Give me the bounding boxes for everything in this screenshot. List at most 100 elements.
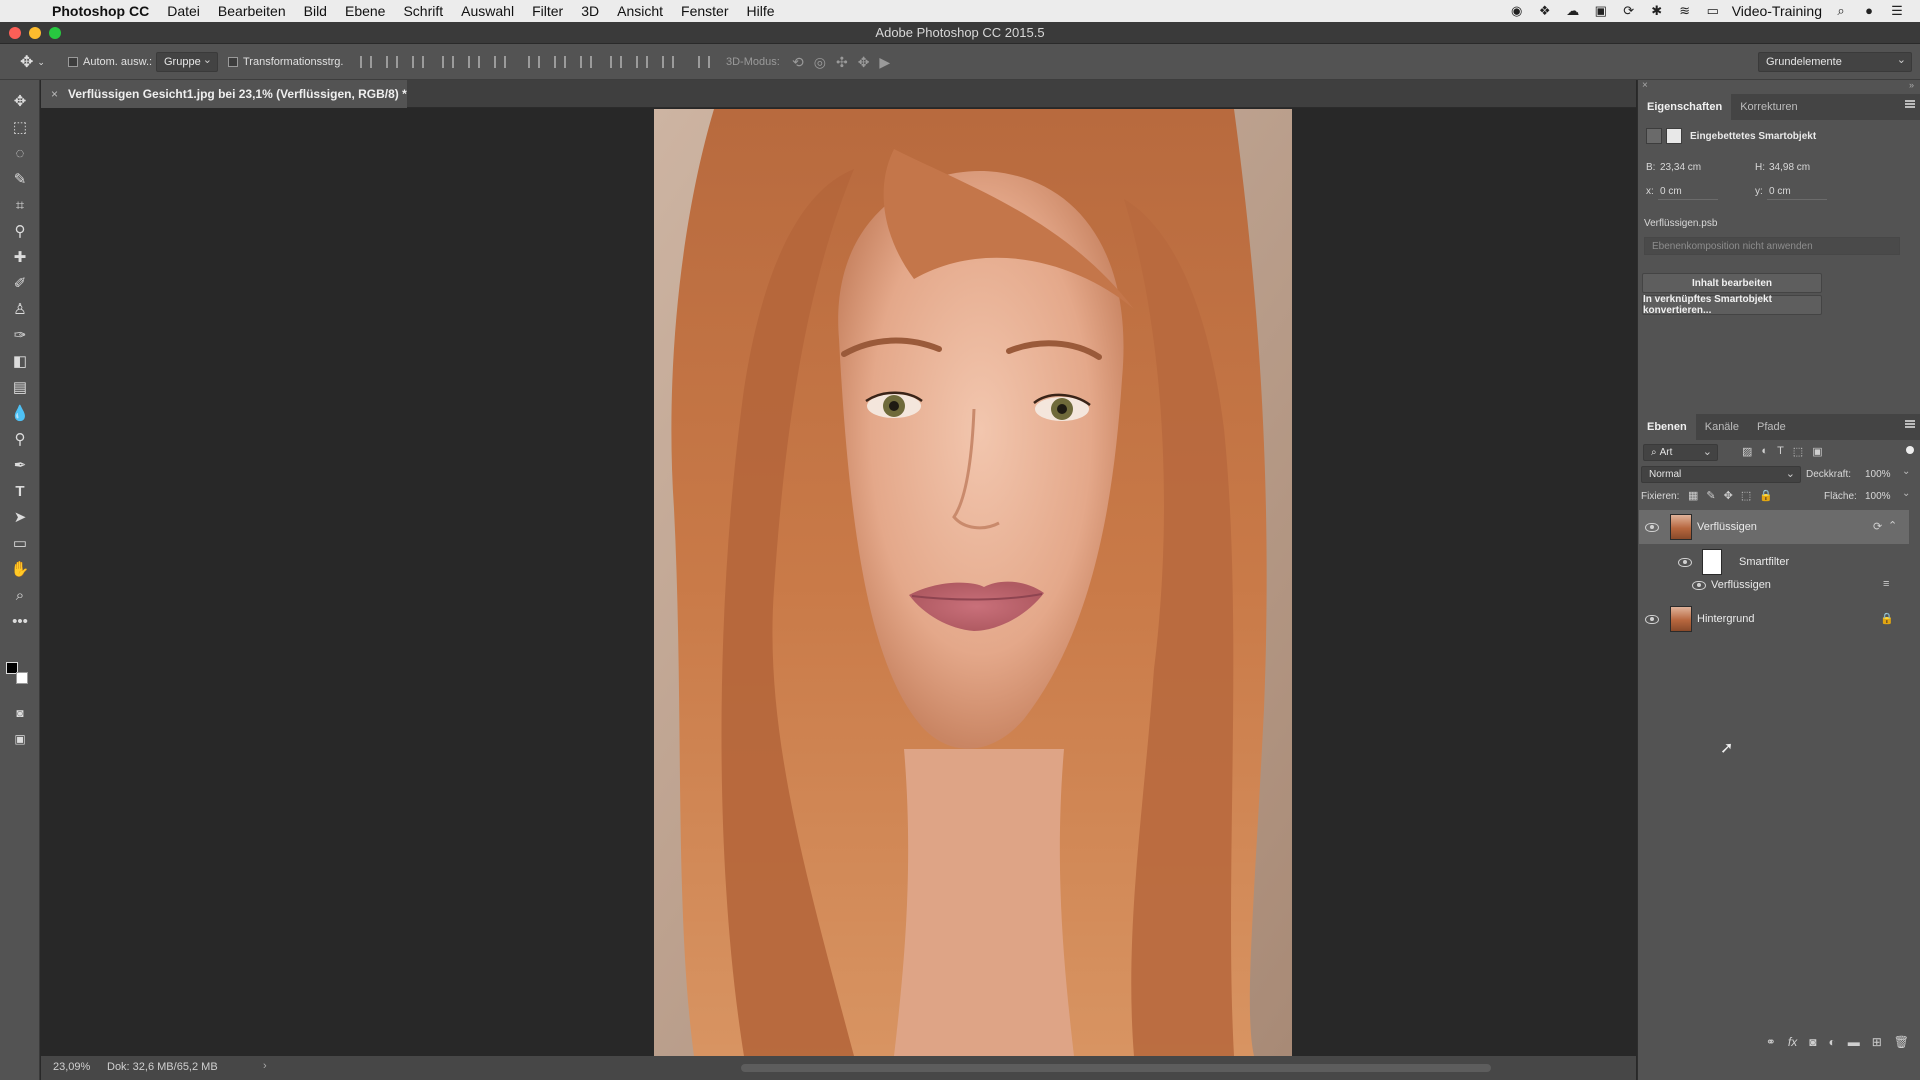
record-icon[interactable]: ◉: [1508, 4, 1526, 18]
convert-to-linked-button[interactable]: In verknüpftes Smartobjekt konvertieren.…: [1642, 294, 1822, 316]
hand-tool-icon[interactable]: ✋: [8, 558, 32, 580]
close-document-icon[interactable]: ×: [51, 87, 58, 101]
marquee-tool-icon[interactable]: ⬚: [8, 116, 32, 138]
blend-mode-dropdown[interactable]: Normal: [1641, 466, 1801, 483]
quick-selection-tool-icon[interactable]: ✎: [8, 168, 32, 190]
align-hcenter-icon[interactable]: [468, 56, 480, 68]
user-name[interactable]: Video-Training: [1732, 3, 1822, 19]
layer-row-smartfilter[interactable]: Smartfilter: [1639, 547, 1909, 577]
tab-korrekturen[interactable]: Korrekturen: [1731, 94, 1806, 120]
menu-datei[interactable]: Datei: [158, 3, 209, 19]
link-layers-icon[interactable]: ⚭: [1766, 1035, 1776, 1049]
distribute-right-icon[interactable]: [662, 56, 674, 68]
distribute-top-icon[interactable]: [528, 56, 540, 68]
filter-shape-layer-icon[interactable]: ⬚: [1793, 445, 1803, 458]
fill-value[interactable]: 100%: [1865, 491, 1891, 502]
orbit-3d-icon[interactable]: ⟲: [792, 54, 804, 71]
properties-panel-menu-icon[interactable]: [1905, 100, 1915, 108]
menu-ansicht[interactable]: Ansicht: [608, 3, 672, 19]
eyedropper-tool-icon[interactable]: ⚲: [8, 220, 32, 242]
dropbox-icon[interactable]: ❖: [1536, 4, 1554, 18]
add-mask-icon[interactable]: ◙: [1809, 1035, 1816, 1049]
align-bottom-icon[interactable]: [412, 56, 424, 68]
notification-icon[interactable]: ▣: [1592, 4, 1610, 18]
roll-3d-icon[interactable]: ◎: [814, 54, 826, 71]
menu-auswahl[interactable]: Auswahl: [452, 3, 523, 19]
bluetooth-icon[interactable]: ✱: [1648, 4, 1666, 18]
filter-smart-object-icon[interactable]: ▣: [1812, 445, 1822, 458]
height-value[interactable]: 34,98 cm: [1769, 162, 1810, 173]
menu-app-name[interactable]: Photoshop CC: [44, 3, 158, 19]
workspace-dropdown[interactable]: Grundelemente: [1758, 52, 1912, 72]
smart-filter-name[interactable]: Smartfilter: [1739, 556, 1789, 568]
more-tools-icon[interactable]: •••: [8, 610, 32, 632]
menu-hilfe[interactable]: Hilfe: [738, 3, 784, 19]
lasso-tool-icon[interactable]: ◌: [8, 142, 32, 164]
tab-ebenen[interactable]: Ebenen: [1638, 414, 1696, 440]
layers-panel-menu-icon[interactable]: [1905, 420, 1915, 428]
layer-style-fx-icon[interactable]: fx: [1788, 1035, 1797, 1049]
layer-row-hintergrund[interactable]: Hintergrund 🔒: [1639, 604, 1909, 634]
menu-ebene[interactable]: Ebene: [336, 3, 394, 19]
layer-name[interactable]: Verflüssigen: [1697, 521, 1757, 533]
lock-pixels-icon[interactable]: ✎: [1706, 489, 1715, 502]
fill-chevron-icon[interactable]: ⌄: [1902, 488, 1910, 499]
new-adjustment-layer-icon[interactable]: ◐: [1828, 1035, 1835, 1049]
menu-fenster[interactable]: Fenster: [672, 3, 737, 19]
y-value[interactable]: 0 cm: [1769, 186, 1791, 197]
tab-kanaele[interactable]: Kanäle: [1696, 414, 1748, 440]
menu-schrift[interactable]: Schrift: [394, 3, 452, 19]
document-tab[interactable]: × Verflüssigen Gesicht1.jpg bei 23,1% (V…: [41, 80, 407, 108]
eraser-tool-icon[interactable]: ◧: [8, 350, 32, 372]
notification-center-icon[interactable]: ☰: [1888, 4, 1906, 18]
brush-tool-icon[interactable]: ✐: [8, 272, 32, 294]
siri-icon[interactable]: ●: [1860, 4, 1878, 18]
filter-toggle-icon[interactable]: [1906, 446, 1914, 454]
close-panel-icon[interactable]: ×: [1642, 80, 1648, 91]
wifi-icon[interactable]: ≋: [1676, 4, 1694, 18]
camera-3d-icon[interactable]: ▶: [879, 54, 890, 71]
portrait-photo[interactable]: [654, 109, 1292, 1056]
spotlight-search-icon[interactable]: ⌕: [1832, 4, 1850, 18]
distribute-hcenter-icon[interactable]: [636, 56, 648, 68]
type-tool-icon[interactable]: T: [8, 480, 32, 502]
edit-contents-button[interactable]: Inhalt bearbeiten: [1642, 273, 1822, 293]
drag-3d-icon[interactable]: ✣: [836, 54, 848, 71]
distribute-left-icon[interactable]: [610, 56, 622, 68]
lock-artboard-icon[interactable]: ⬚: [1741, 489, 1751, 502]
clone-stamp-tool-icon[interactable]: ♙: [8, 298, 32, 320]
collapse-filters-icon[interactable]: ⌃: [1888, 519, 1897, 532]
delete-layer-icon[interactable]: 🗑: [1894, 1035, 1909, 1049]
smart-filter-mask-thumbnail[interactable]: [1702, 549, 1722, 575]
mask-icon[interactable]: [1666, 128, 1682, 144]
horizontal-scrollbar[interactable]: [741, 1064, 1491, 1072]
lock-transparent-icon[interactable]: ▦: [1688, 489, 1698, 502]
creative-cloud-icon[interactable]: ☁: [1564, 4, 1582, 18]
move-tool-icon[interactable]: ✥: [8, 90, 32, 112]
zoom-tool-icon[interactable]: ⌕: [8, 584, 32, 606]
dodge-tool-icon[interactable]: ⚲: [8, 428, 32, 450]
status-menu-arrow-icon[interactable]: ›: [263, 1060, 267, 1072]
menu-3d[interactable]: 3D: [572, 3, 608, 19]
filter-name[interactable]: Verflüssigen: [1711, 579, 1771, 591]
path-selection-tool-icon[interactable]: ➤: [8, 506, 32, 528]
layer-row-verfluessigen[interactable]: Verflüssigen ⟳ ⌃: [1639, 510, 1909, 544]
auto-select-dropdown[interactable]: Gruppe: [156, 52, 218, 72]
distribute-bottom-icon[interactable]: [580, 56, 592, 68]
filter-adjustment-layer-icon[interactable]: ◐: [1761, 445, 1768, 458]
slide-3d-icon[interactable]: ✥: [858, 54, 870, 71]
sync-icon[interactable]: ⟳: [1620, 4, 1638, 18]
quick-mask-icon[interactable]: ◙: [8, 702, 32, 724]
new-layer-icon[interactable]: ⊞: [1872, 1035, 1882, 1049]
rectangle-tool-icon[interactable]: ▭: [8, 532, 32, 554]
new-group-icon[interactable]: ▬: [1848, 1035, 1860, 1049]
background-color-swatch[interactable]: [16, 672, 28, 684]
tab-eigenschaften[interactable]: Eigenschaften: [1638, 94, 1732, 120]
history-brush-tool-icon[interactable]: ✑: [8, 324, 32, 346]
auto-select-checkbox[interactable]: [68, 57, 78, 67]
background-layer-name[interactable]: Hintergrund: [1697, 613, 1754, 625]
menu-bearbeiten[interactable]: Bearbeiten: [209, 3, 295, 19]
align-right-icon[interactable]: [494, 56, 506, 68]
menu-filter[interactable]: Filter: [523, 3, 572, 19]
background-visibility-eye-icon[interactable]: [1645, 614, 1659, 624]
